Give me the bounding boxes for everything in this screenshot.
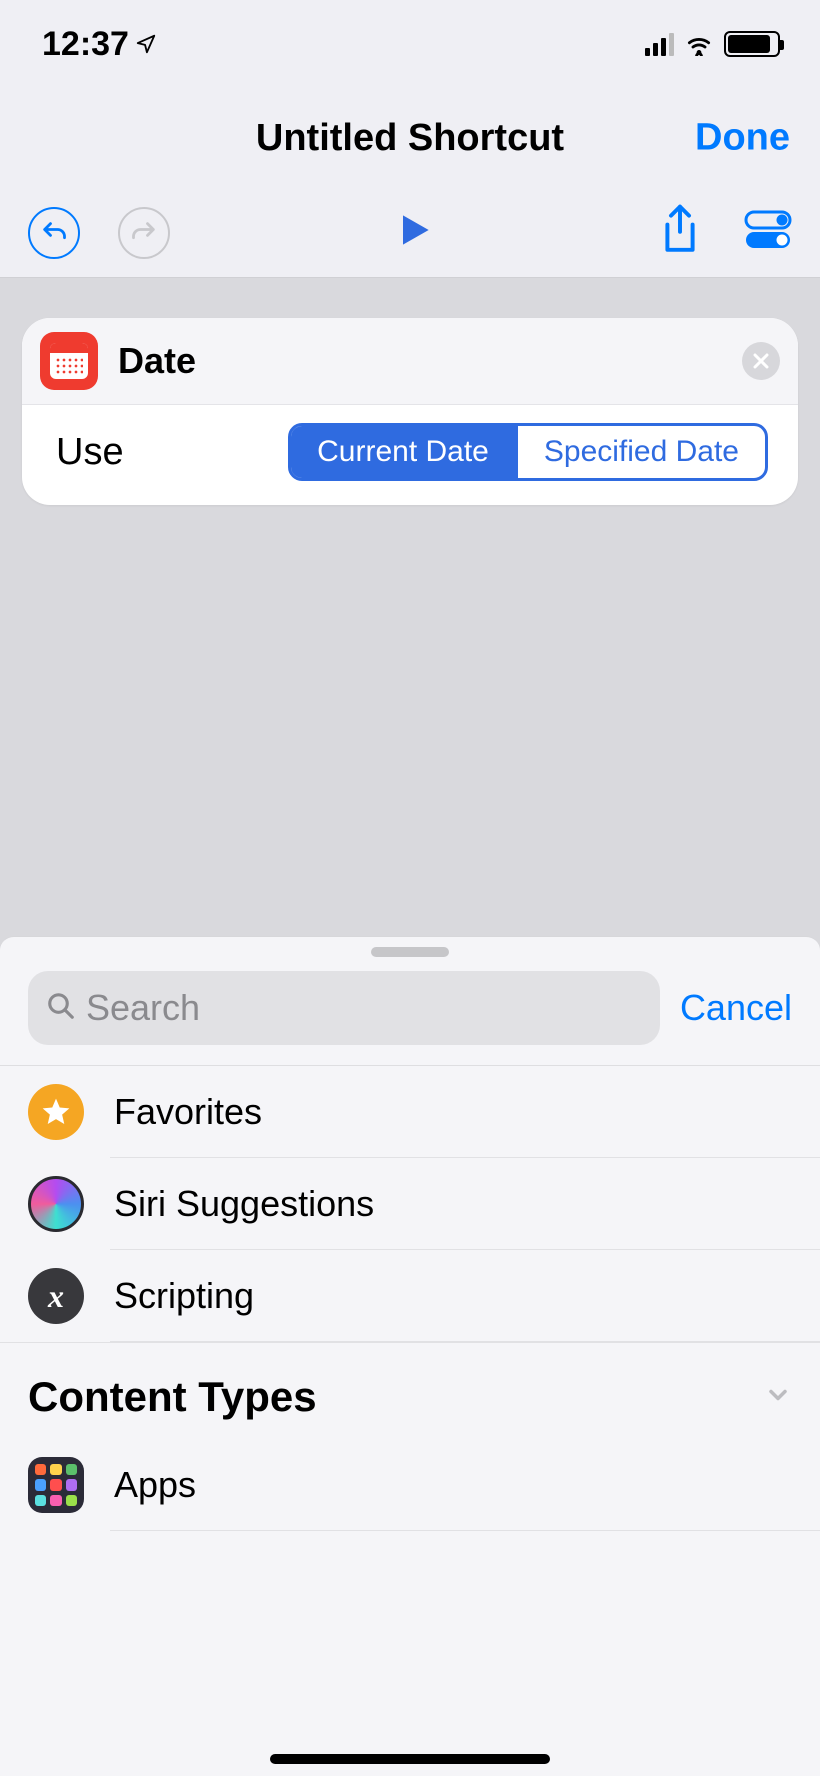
search-input[interactable]: Search xyxy=(28,971,660,1045)
variable-x-icon: x xyxy=(28,1268,84,1324)
status-right-icons xyxy=(645,31,780,57)
search-placeholder: Search xyxy=(86,987,200,1029)
list-item-label: Apps xyxy=(114,1464,196,1506)
actions-sheet[interactable]: Search Cancel Favorites Siri Suggestions… xyxy=(0,936,820,1776)
calendar-icon xyxy=(40,332,98,390)
action-card-date[interactable]: Date Use Current Date Specified Date xyxy=(22,318,798,505)
workflow-canvas[interactable]: Date Use Current Date Specified Date xyxy=(0,278,820,948)
wifi-icon xyxy=(684,32,714,56)
apps-grid-icon xyxy=(28,1457,84,1513)
action-card-body: Use Current Date Specified Date xyxy=(22,405,798,505)
chevron-down-icon xyxy=(764,1381,792,1414)
page-title: Untitled Shortcut xyxy=(256,117,564,160)
list-item-label: Siri Suggestions xyxy=(114,1183,374,1225)
list-item-scripting[interactable]: x Scripting xyxy=(0,1250,820,1342)
sheet-grabber[interactable] xyxy=(371,947,449,957)
list-item-favorites[interactable]: Favorites xyxy=(0,1066,820,1158)
categories-list: Favorites Siri Suggestions x Scripting C… xyxy=(0,1065,820,1531)
redo-button[interactable] xyxy=(118,207,170,259)
nav-bar: Untitled Shortcut Done xyxy=(0,88,820,188)
search-icon xyxy=(46,991,76,1026)
run-button[interactable] xyxy=(392,206,436,259)
status-bar: 12:37 xyxy=(0,0,820,88)
done-button[interactable]: Done xyxy=(695,117,790,160)
segment-current-date[interactable]: Current Date xyxy=(291,426,515,478)
siri-icon xyxy=(28,1176,84,1232)
undo-button[interactable] xyxy=(28,207,80,259)
battery-icon xyxy=(724,31,780,57)
clock-time: 12:37 xyxy=(42,25,129,64)
status-time: 12:37 xyxy=(42,25,157,64)
action-card-header: Date xyxy=(22,318,798,405)
share-button[interactable] xyxy=(658,203,702,262)
cellular-signal-icon xyxy=(645,32,674,56)
location-arrow-icon xyxy=(135,33,157,55)
home-indicator[interactable] xyxy=(270,1754,550,1764)
action-title: Date xyxy=(118,340,196,382)
param-label-use: Use xyxy=(56,431,124,474)
list-item-label: Scripting xyxy=(114,1275,254,1317)
list-item-apps[interactable]: Apps xyxy=(0,1439,820,1531)
cancel-button[interactable]: Cancel xyxy=(680,987,792,1029)
star-icon xyxy=(28,1084,84,1140)
editor-toolbar xyxy=(0,188,820,278)
segment-specified-date[interactable]: Specified Date xyxy=(515,426,765,478)
list-item-siri-suggestions[interactable]: Siri Suggestions xyxy=(0,1158,820,1250)
settings-toggle-button[interactable] xyxy=(744,206,792,259)
section-title: Content Types xyxy=(28,1373,317,1421)
segmented-control-use[interactable]: Current Date Specified Date xyxy=(288,423,768,481)
list-item-label: Favorites xyxy=(114,1091,262,1133)
section-header-content-types[interactable]: Content Types xyxy=(0,1342,820,1439)
remove-action-button[interactable] xyxy=(742,342,780,380)
